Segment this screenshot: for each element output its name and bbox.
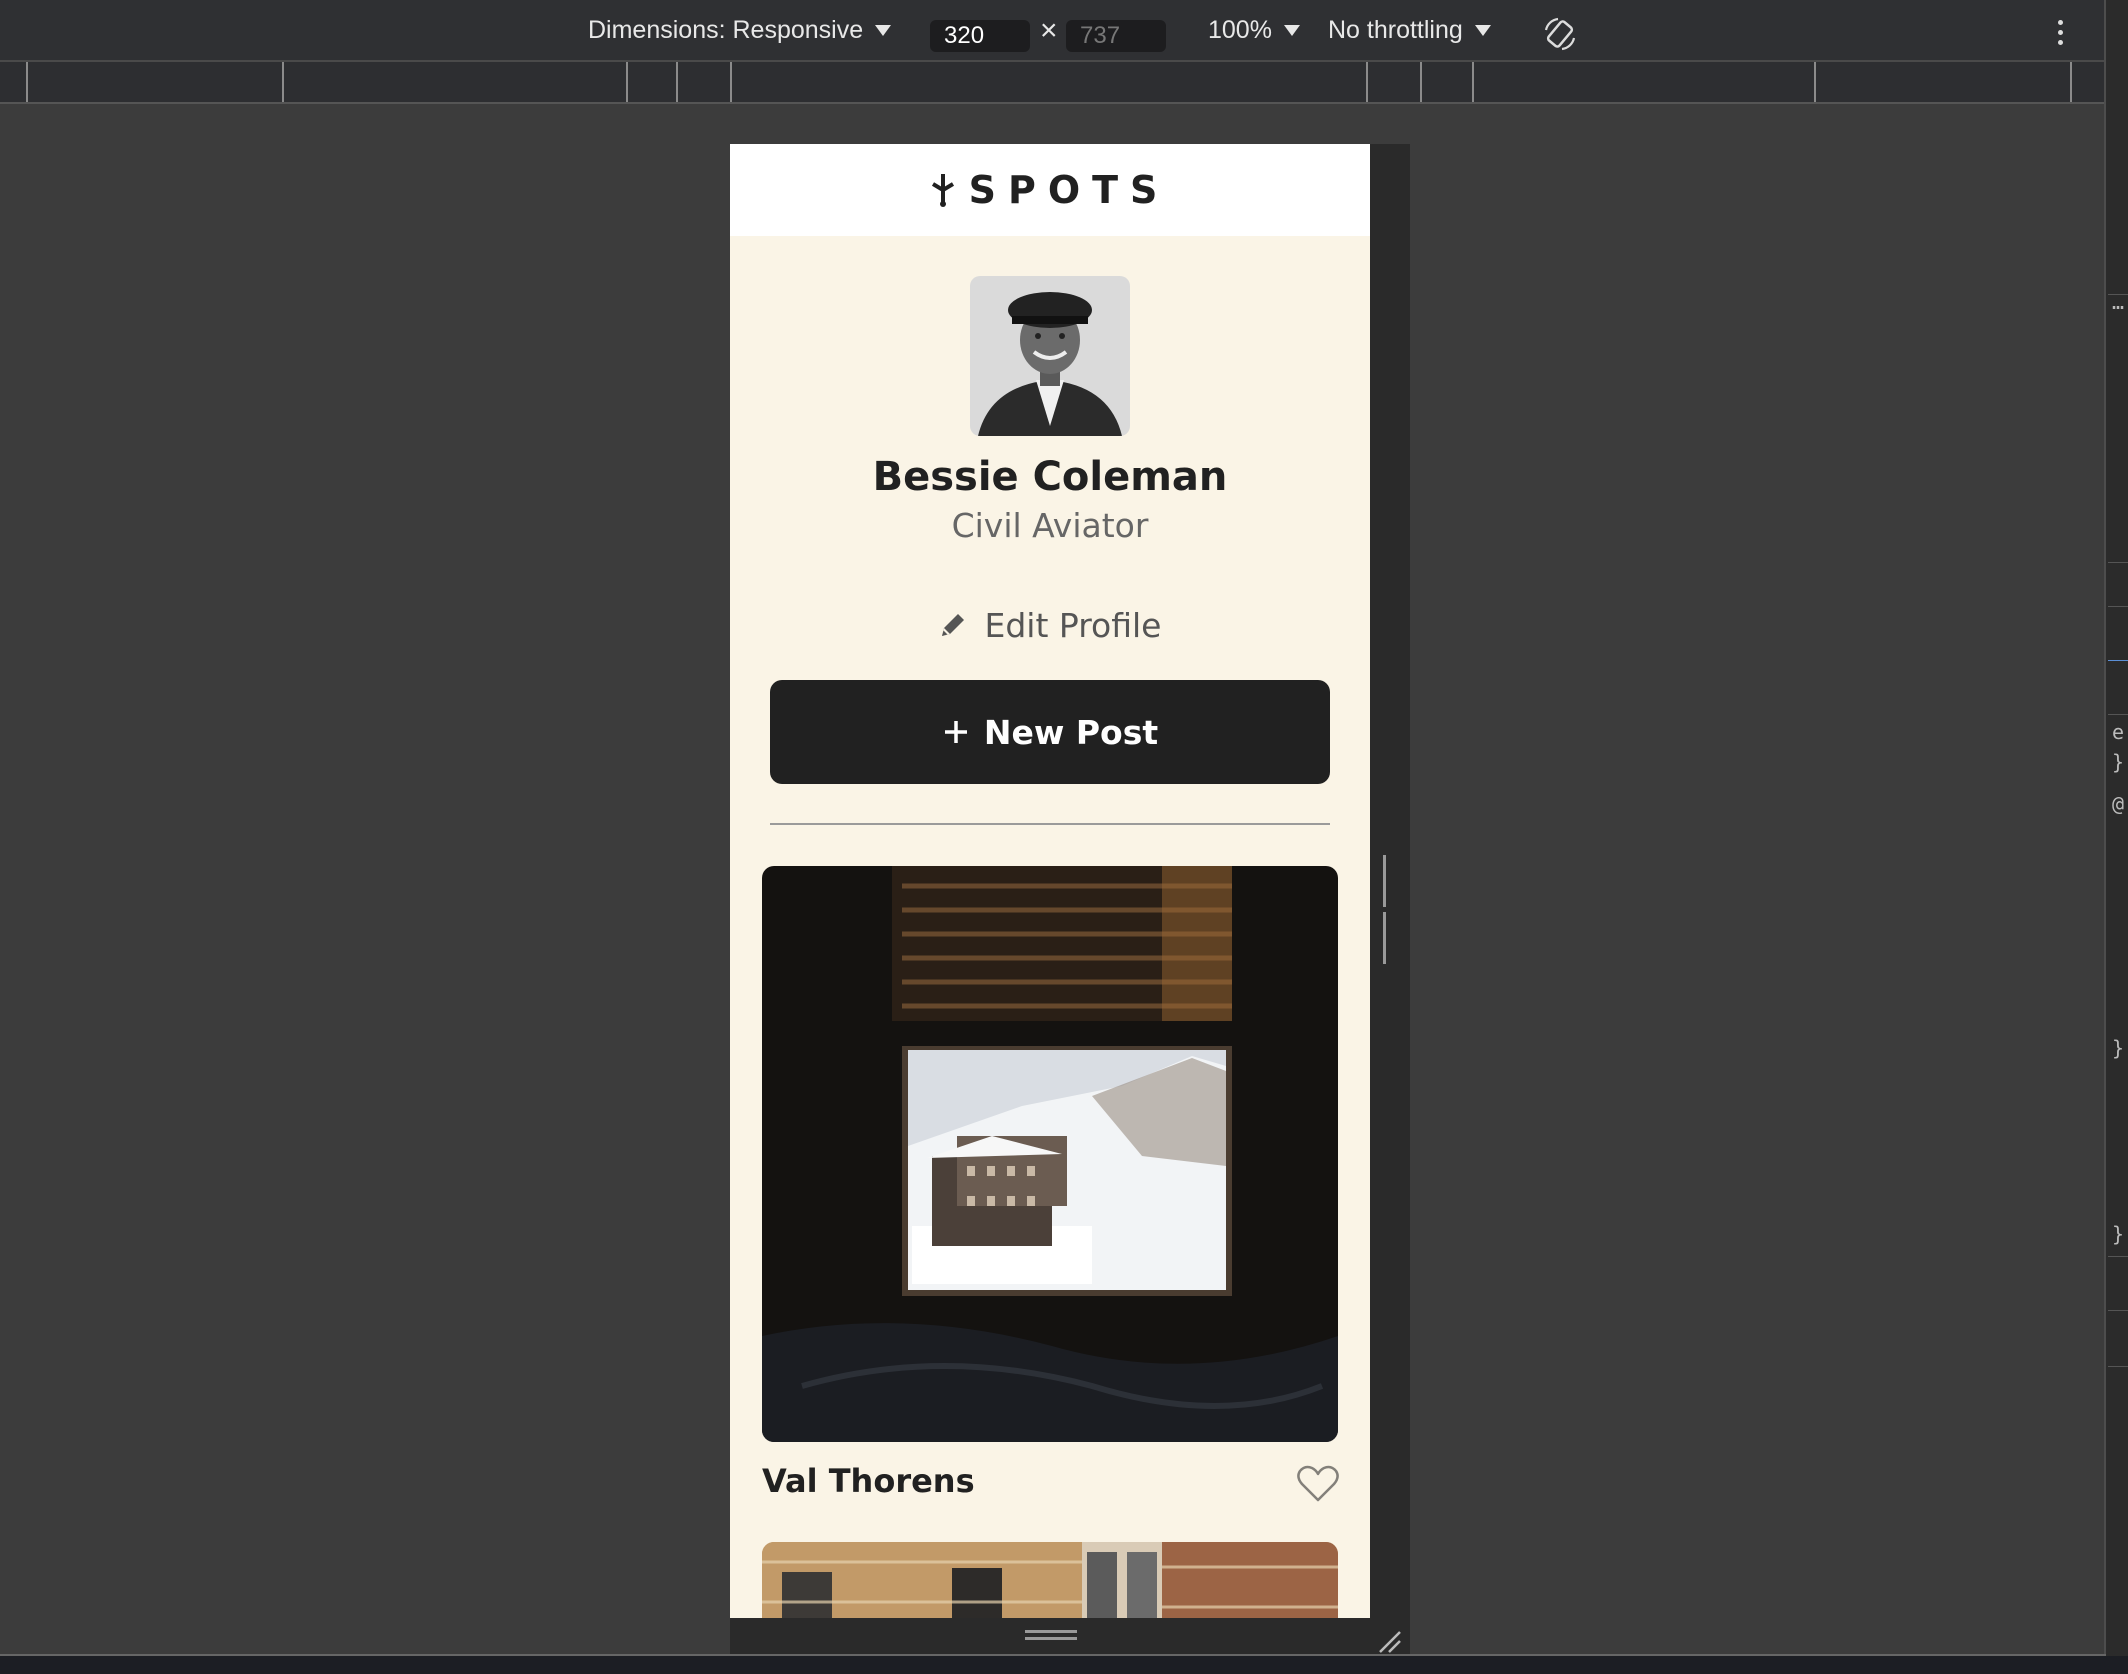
times-icon: × bbox=[1040, 14, 1058, 47]
device-toolbar: Dimensions: Responsive 320 × 737 100% No… bbox=[0, 0, 2106, 62]
height-input[interactable]: 737 bbox=[1066, 20, 1166, 52]
profile-description: Civil Aviator bbox=[951, 506, 1149, 545]
plus-icon bbox=[944, 721, 967, 743]
kebab-menu-icon[interactable] bbox=[2050, 20, 2070, 50]
zoom-label: 100% bbox=[1208, 15, 1272, 44]
caret-down-icon bbox=[1474, 24, 1491, 36]
media-query-ruler bbox=[0, 62, 2106, 104]
window-bottom-edge bbox=[0, 1656, 2128, 1674]
devtools-side-panel: … e } @ } } bbox=[2104, 0, 2128, 1674]
width-resize-handle[interactable] bbox=[1383, 855, 1395, 964]
edit-profile-button[interactable]: Edit Profile bbox=[730, 600, 1370, 650]
dimensions-label: Dimensions: Responsive bbox=[588, 15, 864, 44]
card-image[interactable] bbox=[762, 1542, 1338, 1618]
pencil-icon bbox=[942, 614, 965, 636]
card-image[interactable] bbox=[762, 866, 1338, 1442]
rotate-icon[interactable] bbox=[1542, 16, 1578, 52]
avatar bbox=[970, 276, 1130, 436]
device-viewport: SPOTS Bessie Coleman Civil Aviator Edit … bbox=[730, 144, 1370, 1618]
logo[interactable]: SPOTS bbox=[931, 168, 1170, 212]
throttling-dropdown[interactable]: No throttling bbox=[1328, 0, 1491, 60]
zoom-dropdown[interactable]: 100% bbox=[1208, 0, 1300, 60]
logo-text: SPOTS bbox=[968, 168, 1170, 212]
resize-corner-icon[interactable] bbox=[1376, 1628, 1402, 1654]
card-title: Val Thorens bbox=[762, 1462, 975, 1500]
site-header: SPOTS bbox=[730, 144, 1370, 236]
throttling-label: No throttling bbox=[1328, 15, 1463, 44]
new-post-label: New Post bbox=[983, 712, 1159, 752]
dimensions-dropdown[interactable]: Dimensions: Responsive bbox=[588, 0, 892, 60]
logo-arrow-icon bbox=[931, 174, 954, 207]
edit-profile-label: Edit Profile bbox=[984, 605, 1162, 645]
caret-down-icon bbox=[875, 24, 892, 36]
caret-down-icon bbox=[1283, 24, 1300, 36]
height-resize-bar[interactable] bbox=[730, 1618, 1410, 1654]
new-post-button[interactable]: New Post bbox=[770, 680, 1330, 784]
heart-icon[interactable] bbox=[1296, 1464, 1340, 1504]
divider bbox=[770, 823, 1330, 825]
profile-name: Bessie Coleman bbox=[872, 454, 1228, 500]
width-input[interactable]: 320 bbox=[930, 20, 1030, 52]
